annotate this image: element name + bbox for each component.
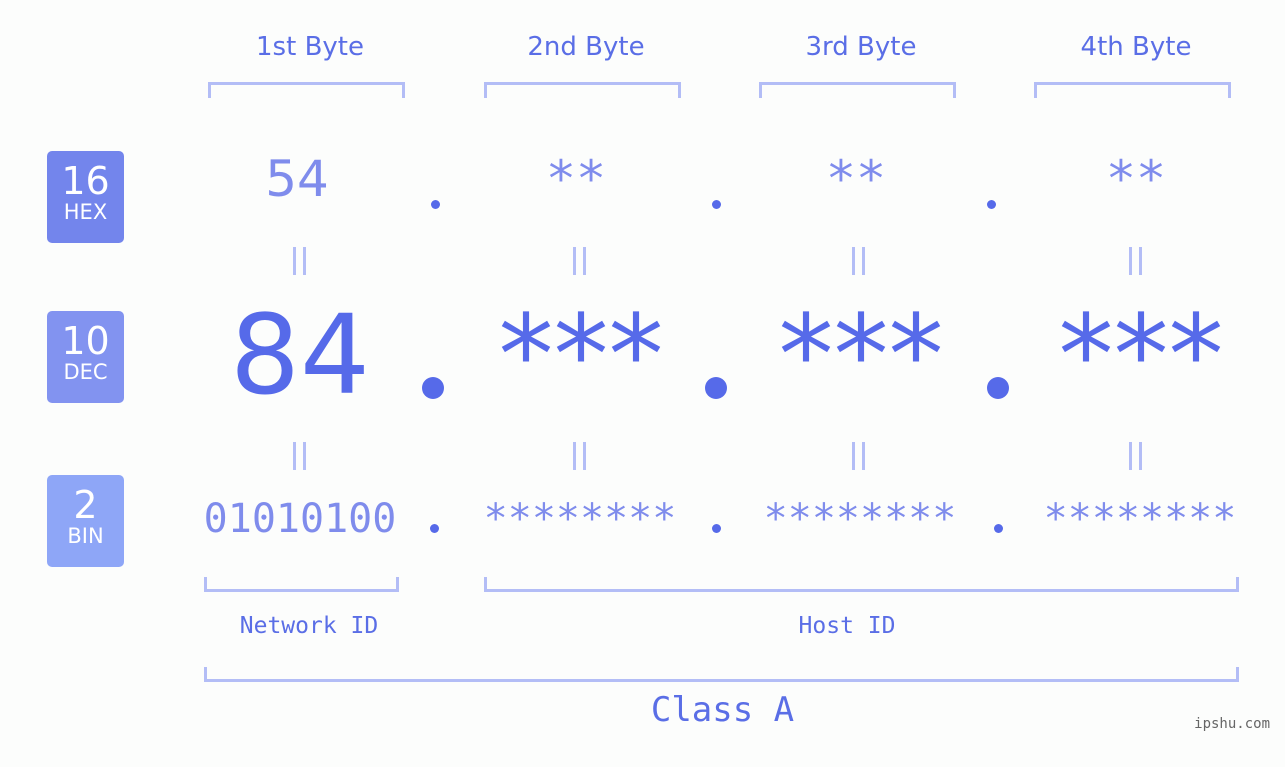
hex-badge-number: 16	[61, 159, 110, 203]
equals-icon	[293, 247, 307, 275]
bin-byte-4: ********	[1043, 496, 1237, 542]
bin-badge: 2 BIN	[47, 475, 124, 567]
hex-badge: 16 HEX	[47, 151, 124, 243]
dec-dot-3	[987, 377, 1009, 399]
equals-icon	[573, 442, 587, 470]
dec-badge-number: 10	[61, 319, 110, 363]
dec-byte-2: ***	[498, 291, 664, 419]
bin-byte-1: 01010100	[203, 496, 397, 542]
dec-dot-2	[705, 377, 727, 399]
hex-byte-2: **	[545, 150, 607, 208]
dec-dot-1	[422, 377, 444, 399]
dec-badge: 10 DEC	[47, 311, 124, 403]
hex-dot-3	[987, 200, 996, 209]
host-id-label: Host ID	[798, 613, 896, 639]
bin-badge-number: 2	[73, 483, 98, 527]
equals-icon	[852, 442, 866, 470]
equals-icon	[573, 247, 587, 275]
byte-bracket-2	[484, 82, 681, 98]
hex-dot-1	[431, 200, 440, 209]
dec-byte-1: 84	[230, 291, 370, 419]
host-id-bracket	[484, 577, 1239, 592]
class-bracket	[204, 667, 1239, 682]
bin-dot-1	[430, 524, 439, 533]
dec-badge-label: DEC	[63, 360, 108, 384]
bin-byte-2: ********	[483, 496, 677, 542]
network-id-bracket	[204, 577, 399, 592]
byte-label-1: 1st Byte	[256, 32, 364, 62]
hex-byte-3: **	[825, 150, 887, 208]
equals-icon	[1129, 442, 1143, 470]
network-id-label: Network ID	[239, 613, 379, 639]
byte-bracket-3	[759, 82, 956, 98]
equals-icon	[1129, 247, 1143, 275]
byte-label-4: 4th Byte	[1080, 32, 1192, 62]
bin-dot-2	[712, 524, 721, 533]
hex-dot-2	[712, 200, 721, 209]
equals-icon	[852, 247, 866, 275]
dec-byte-4: ***	[1058, 291, 1224, 419]
byte-label-2: 2nd Byte	[527, 32, 645, 62]
watermark: ipshu.com	[1194, 716, 1270, 732]
hex-byte-4: **	[1105, 150, 1167, 208]
equals-icon	[293, 442, 307, 470]
hex-badge-label: HEX	[63, 200, 108, 224]
class-label: Class A	[650, 690, 795, 730]
byte-bracket-1	[208, 82, 405, 98]
byte-label-3: 3rd Byte	[805, 32, 917, 62]
hex-byte-1: 54	[265, 150, 329, 208]
bin-byte-3: ********	[763, 496, 957, 542]
bin-dot-3	[994, 524, 1003, 533]
bin-badge-label: BIN	[67, 524, 104, 548]
dec-byte-3: ***	[778, 291, 944, 419]
byte-bracket-4	[1034, 82, 1231, 98]
